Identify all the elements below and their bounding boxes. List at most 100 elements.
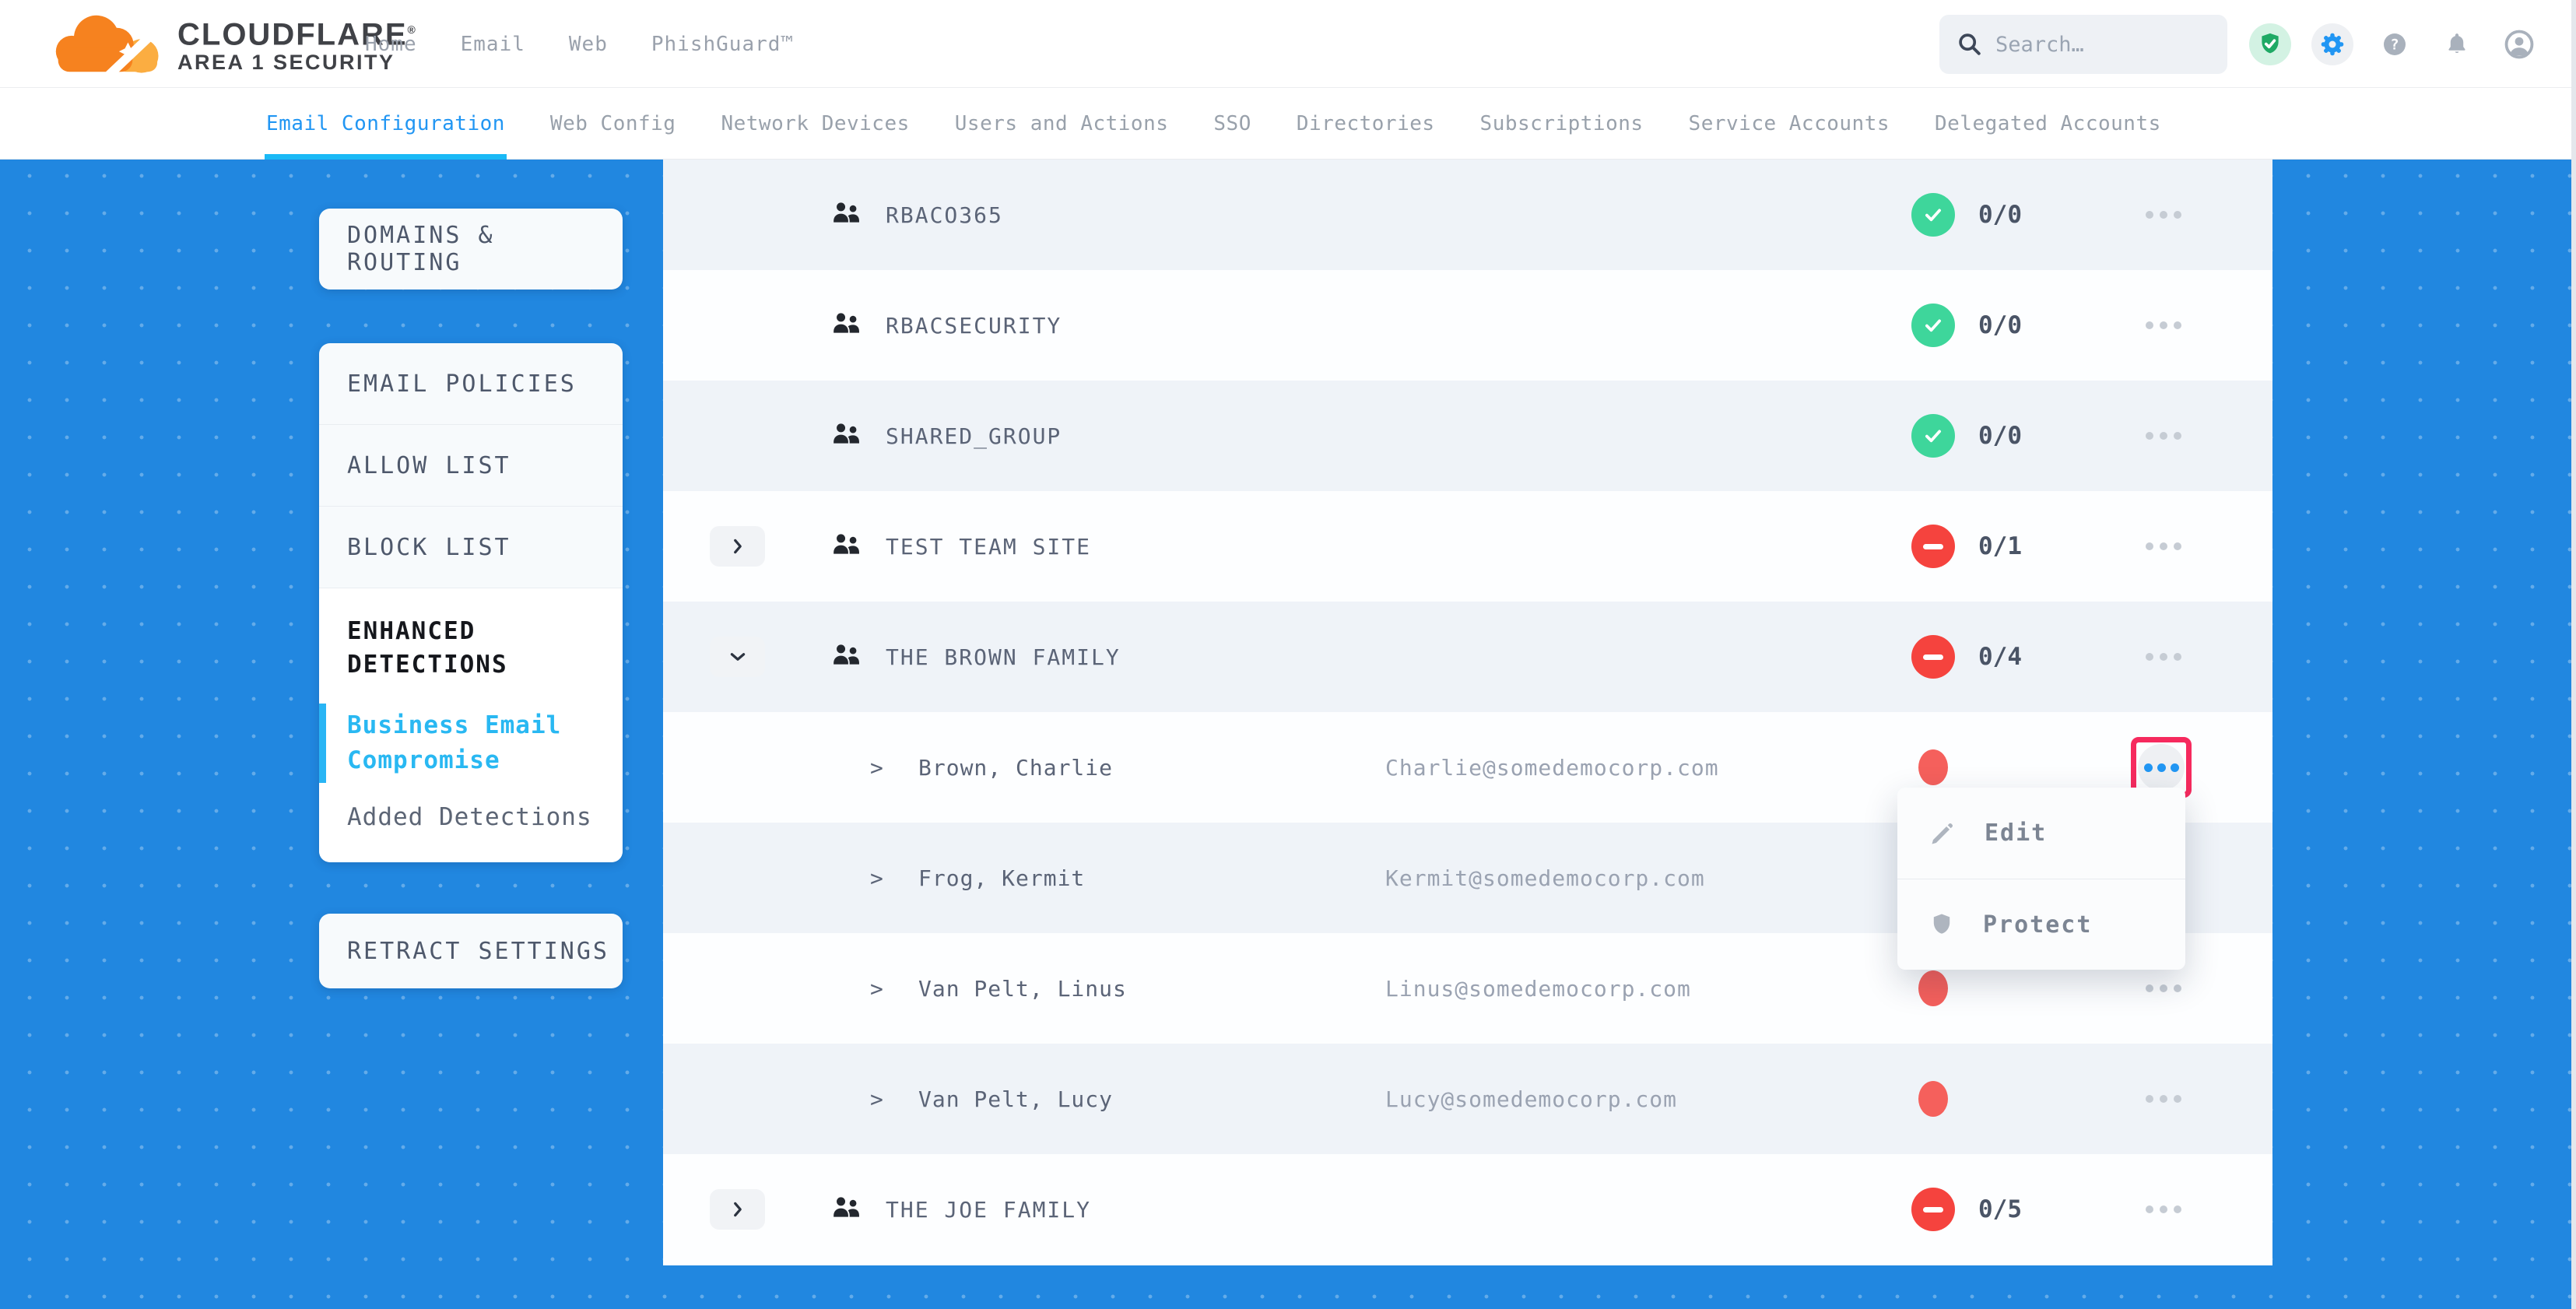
tab-delegated-accounts[interactable]: Delegated Accounts: [1935, 88, 2161, 160]
top-nav: Home Email Web PhishGuard™: [365, 0, 794, 88]
row-menu-button[interactable]: [2146, 602, 2181, 712]
row-menu-button[interactable]: [2146, 160, 2181, 270]
sidebar-card-email-policies: EMAIL POLICIESALLOW LISTBLOCK LIST ENHAN…: [319, 343, 623, 862]
group-name: SHARED_GROUP: [886, 381, 1062, 491]
tab-email-configuration[interactable]: Email Configuration: [266, 88, 505, 160]
gear-icon[interactable]: [2311, 23, 2353, 65]
tab-subscriptions[interactable]: Subscriptions: [1480, 88, 1644, 160]
sidebar-item-added-detections[interactable]: Added Detections: [347, 803, 595, 831]
table-row[interactable]: RBACO365 0/0: [663, 160, 2272, 270]
context-menu-item-label: Protect: [1983, 911, 2092, 939]
protected-count: 0/0: [1978, 270, 2022, 381]
protected-count: 0/0: [1978, 160, 2022, 270]
table-row[interactable]: TEST TEAM SITE 0/1: [663, 491, 2272, 602]
top-nav-link-email[interactable]: Email: [461, 33, 525, 56]
tab-sso[interactable]: SSO: [1213, 88, 1251, 160]
search-icon: [1957, 31, 1983, 58]
status-badge: [1911, 1188, 1955, 1231]
sidebar-item-business-email-compromise[interactable]: Business Email Compromise: [347, 708, 581, 778]
pencil-icon: [1928, 819, 1957, 848]
top-nav-link-web[interactable]: Web: [569, 33, 608, 56]
sidebar-policy-list: EMAIL POLICIESALLOW LISTBLOCK LIST: [319, 343, 623, 588]
help-icon[interactable]: ?: [2374, 23, 2416, 65]
top-nav-link-home[interactable]: Home: [365, 33, 417, 56]
sidebar-card-retract-settings: RETRACT SETTINGS: [319, 914, 623, 988]
chevron-icon: [728, 647, 748, 667]
table-row[interactable]: SHARED_GROUP 0/0: [663, 381, 2272, 491]
row-menu-button[interactable]: [2146, 491, 2181, 602]
protected-count: 0/4: [1978, 602, 2022, 712]
search-box: [1939, 15, 2227, 74]
tab-directories[interactable]: Directories: [1297, 88, 1435, 160]
table-row[interactable]: > Van Pelt, Lucy Lucy@somedemocorp.com: [663, 1044, 2272, 1154]
check-icon: [1921, 314, 1945, 337]
expand-toggle-button[interactable]: [710, 637, 765, 677]
active-indicator-bar: [319, 704, 326, 783]
tab-service-accounts[interactable]: Service Accounts: [1689, 88, 1890, 160]
tab-network-devices[interactable]: Network Devices: [721, 88, 909, 160]
member-email: Linus@somedemocorp.com: [1385, 933, 1691, 1044]
shield-check-icon[interactable]: [2249, 23, 2291, 65]
sidebar-item-domains-routing[interactable]: DOMAINS & ROUTING: [319, 209, 623, 290]
sidebar-item-retract-settings[interactable]: RETRACT SETTINGS: [319, 914, 623, 988]
member-name: Van Pelt, Linus: [918, 933, 1127, 1044]
context-menu-item-edit[interactable]: Edit: [1897, 788, 2185, 879]
svg-text:?: ?: [2390, 37, 2399, 53]
member-name: Frog, Kermit: [918, 823, 1085, 933]
member-arrow: >: [870, 823, 883, 933]
status-badge: [1911, 193, 1955, 237]
status-badge: [1911, 414, 1955, 458]
group-people-icon: [830, 530, 862, 558]
group-name: RBACSECURITY: [886, 270, 1062, 381]
bell-icon[interactable]: [2436, 23, 2478, 65]
table-row[interactable]: THE BROWN FAMILY 0/4: [663, 602, 2272, 712]
search-input[interactable]: [1995, 33, 2213, 57]
sidebar-enhanced-detections-section: ENHANCED DETECTIONS Business Email Compr…: [319, 588, 623, 862]
group-name: RBACO365: [886, 160, 1003, 270]
cloudflare-logo[interactable]: CLOUDFLARE® AREA 1 SECURITY: [51, 8, 417, 79]
cloudflare-cloud-icon: [51, 8, 170, 79]
check-icon: [1921, 203, 1945, 226]
minus-icon: [1923, 654, 1943, 660]
tab-web-config[interactable]: Web Config: [550, 88, 676, 160]
row-menu-button[interactable]: [2146, 381, 2181, 491]
group-people-icon: [830, 1193, 862, 1221]
member-name: Brown, Charlie: [918, 712, 1113, 823]
group-people-icon: [830, 640, 862, 669]
member-status-dot: [1918, 749, 1948, 785]
top-nav-link-phishguard[interactable]: PhishGuard™: [651, 33, 794, 56]
table-row[interactable]: RBACSECURITY 0/0: [663, 270, 2272, 381]
sidebar-item-block-list[interactable]: BLOCK LIST: [319, 507, 623, 588]
app-header: CLOUDFLARE® AREA 1 SECURITY Home Email Web…: [0, 0, 2576, 88]
scrollbar-track[interactable]: [2571, 0, 2576, 1309]
member-email: Kermit@somedemocorp.com: [1385, 823, 1705, 933]
chevron-icon: [728, 536, 748, 556]
protected-count: 0/0: [1978, 381, 2022, 491]
member-arrow: >: [870, 933, 883, 1044]
groups-table: RBACO365 0/0 RBACSECURITY: [663, 160, 2272, 1265]
status-badge: [1911, 304, 1955, 347]
header-icons: ?: [2249, 0, 2540, 88]
chevron-icon: [728, 1199, 748, 1220]
member-status-dot: [1918, 970, 1948, 1006]
row-menu-button[interactable]: [2146, 1154, 2181, 1265]
sidebar-item-allow-list[interactable]: ALLOW LIST: [319, 425, 623, 507]
tab-users-and-actions[interactable]: Users and Actions: [955, 88, 1169, 160]
group-name: THE JOE FAMILY: [886, 1154, 1091, 1265]
context-menu-item-label: Edit: [1985, 819, 2047, 847]
sidebar-item-email-policies[interactable]: EMAIL POLICIES: [319, 343, 623, 425]
sidebar-item-enhanced-detections[interactable]: ENHANCED DETECTIONS: [347, 615, 590, 682]
group-people-icon: [830, 198, 862, 226]
table-row[interactable]: THE JOE FAMILY 0/5: [663, 1154, 2272, 1265]
expand-toggle-button[interactable]: [710, 1189, 765, 1230]
check-icon: [1921, 424, 1945, 447]
row-menu-button[interactable]: [2146, 1044, 2181, 1154]
member-email: Lucy@somedemocorp.com: [1385, 1044, 1677, 1154]
protected-count: 0/1: [1978, 491, 2022, 602]
expand-toggle-button[interactable]: [710, 526, 765, 567]
minus-icon: [1923, 544, 1943, 549]
row-menu-button[interactable]: [2146, 270, 2181, 381]
account-icon[interactable]: [2498, 23, 2540, 65]
status-badge: [1911, 525, 1955, 568]
context-menu-item-protect[interactable]: Protect: [1897, 879, 2185, 970]
